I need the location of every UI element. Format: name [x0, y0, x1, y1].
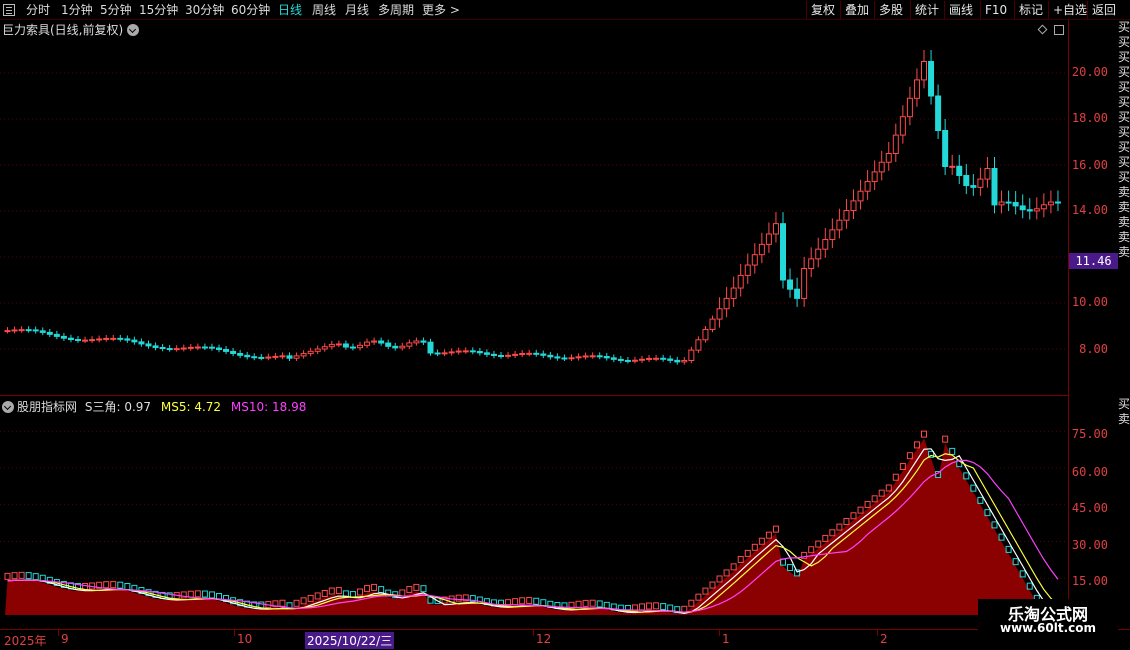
tab-15min[interactable]: 15分钟 — [139, 2, 178, 18]
price-tick: 14.00 — [1071, 203, 1108, 217]
chevron-down-icon[interactable] — [2, 401, 14, 413]
date-tick — [877, 630, 878, 636]
tab-monthly[interactable]: 月线 — [345, 2, 369, 18]
tab-more[interactable]: 更多 > — [422, 2, 460, 18]
price-axis: 20.00 18.00 16.00 14.00 10.00 8.00 — [1068, 20, 1118, 397]
f10-button[interactable]: F10 — [980, 1, 1011, 19]
signal-side-strip: 买买买买买买买买买买买卖卖卖卖卖 — [1118, 20, 1130, 397]
date-axis: 2025年 9 10 2025/10/22/三 12 1 2 — [0, 629, 1130, 650]
draw-line-button[interactable]: 画线 — [944, 1, 977, 19]
date-tick — [58, 630, 59, 636]
tab-5min[interactable]: 5分钟 — [100, 2, 132, 18]
stock-title: 巨力索具(日线,前复权) — [2, 23, 124, 37]
price-tick: 18.00 — [1071, 111, 1108, 125]
date-label-sep: 9 — [61, 632, 69, 646]
overlay-button[interactable]: 叠加 — [840, 1, 873, 19]
date-tick — [234, 630, 235, 636]
period-toolbar: 分时 1分钟 5分钟 15分钟 30分钟 60分钟 日线 周线 月线 多周期 更… — [0, 0, 1130, 20]
watermark-url: www.60lt.com — [999, 621, 1097, 635]
price-tick: 20.00 — [1071, 65, 1108, 79]
indicator-s-value: 0.97 — [124, 400, 152, 414]
indicator-tick: 75.00 — [1071, 427, 1108, 441]
price-tick: 10.00 — [1071, 295, 1108, 309]
window-toggle-icon[interactable] — [1054, 25, 1064, 35]
multi-stock-button[interactable]: 多股 — [874, 1, 907, 19]
indicator-tick: 60.00 — [1071, 465, 1108, 479]
mark-button[interactable]: 标记 — [1014, 1, 1047, 19]
tab-multi-period[interactable]: 多周期 — [378, 2, 414, 18]
date-label-jan: 1 — [722, 632, 730, 646]
indicator-title: 股朋指标网 S三角: 0.97 MS5: 4.72 MS10: 18.98 — [2, 399, 306, 415]
adjust-button[interactable]: 复权 — [806, 1, 839, 19]
price-tick: 8.00 — [1079, 342, 1108, 356]
date-tick — [719, 630, 720, 636]
indicator-panel[interactable]: 股朋指标网 S三角: 0.97 MS5: 4.72 MS10: 18.98 — [0, 397, 1068, 629]
tab-intraday[interactable]: 分时 — [26, 2, 50, 18]
date-label-dec: 12 — [536, 632, 552, 646]
candlestick-panel[interactable]: 巨力索具(日线,前复权) — [0, 20, 1068, 396]
back-button[interactable]: 返回 — [1087, 1, 1120, 19]
indicator-ms10-label: MS10 — [230, 400, 265, 414]
indicator-name: 股朋指标网 — [17, 400, 78, 414]
tab-1min[interactable]: 1分钟 — [61, 2, 93, 18]
date-label-year: 2025年 — [4, 634, 47, 648]
date-label-selected: 2025/10/22/三 — [305, 632, 395, 649]
indicator-axis: 75.00 60.00 45.00 30.00 15.00 — [1068, 397, 1118, 629]
indicator-ms10-value: 18.98 — [272, 400, 307, 414]
indicator-tick: 15.00 — [1071, 574, 1108, 588]
stats-button[interactable]: 统计 — [910, 1, 943, 19]
candlestick-chart[interactable] — [0, 20, 1068, 396]
tab-weekly[interactable]: 周线 — [312, 2, 336, 18]
indicator-side-strip: 买卖 — [1118, 397, 1130, 629]
date-tick — [533, 630, 534, 636]
date-label-feb: 2 — [880, 632, 888, 646]
tab-more-label: 更多 — [422, 3, 447, 17]
add-watchlist-button[interactable]: +自选 — [1048, 1, 1091, 19]
watermark-logo: 乐淘公式网 www.60lt.com — [978, 599, 1118, 637]
price-tick: 16.00 — [1071, 158, 1108, 172]
tab-30min[interactable]: 30分钟 — [185, 2, 224, 18]
current-price-badge: 11.46 — [1069, 253, 1118, 269]
chevron-right-icon: > — [449, 3, 460, 17]
indicator-tick: 45.00 — [1071, 501, 1108, 515]
tab-daily[interactable]: 日线 — [278, 2, 302, 18]
menu-icon[interactable] — [3, 4, 15, 16]
indicator-s-label: S三角 — [84, 400, 117, 414]
indicator-chart[interactable] — [0, 397, 1068, 629]
chevron-down-icon[interactable] — [127, 24, 140, 36]
indicator-tick: 30.00 — [1071, 538, 1108, 552]
main-title: 巨力索具(日线,前复权) — [2, 22, 140, 38]
date-label-oct: 10 — [237, 632, 253, 646]
tab-60min[interactable]: 60分钟 — [231, 2, 270, 18]
indicator-ms5-label: MS5 — [160, 400, 187, 414]
indicator-ms5-value: 4.72 — [194, 400, 222, 414]
